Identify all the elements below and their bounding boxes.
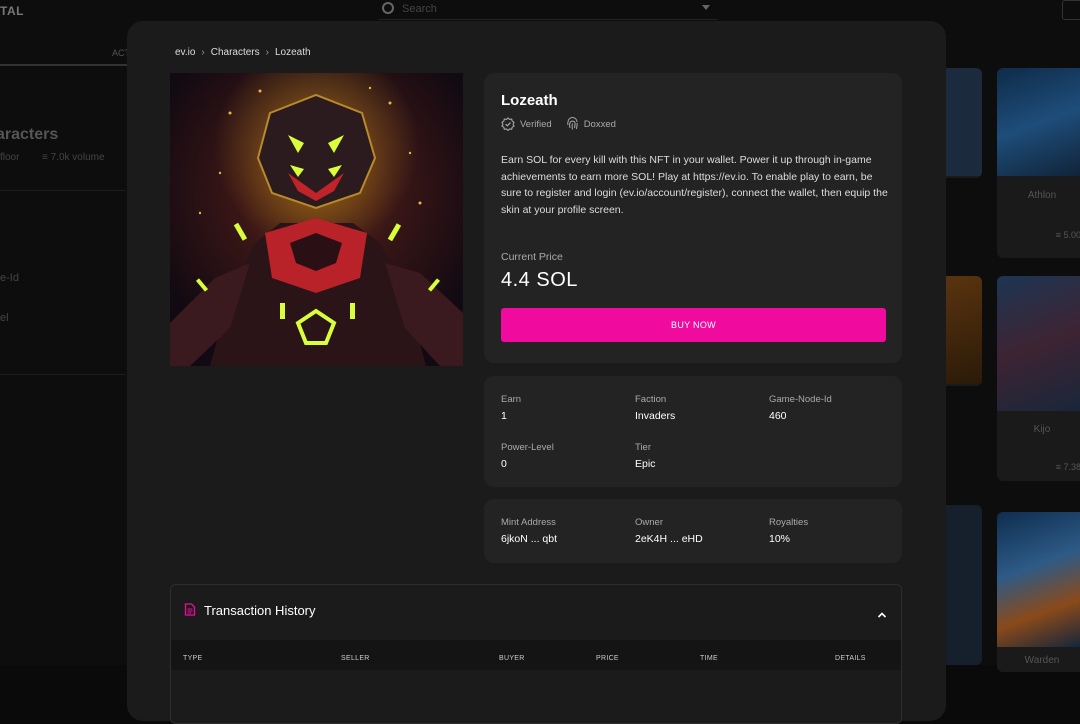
fingerprint-icon bbox=[566, 117, 579, 131]
nft-artwork bbox=[170, 73, 463, 366]
card-name: Warden bbox=[997, 655, 1080, 666]
info-key: Owner bbox=[635, 517, 703, 528]
breadcrumb-collection[interactable]: Characters bbox=[211, 47, 260, 58]
doxxed-label: Doxxed bbox=[584, 119, 616, 130]
stat-volume: ≡ 7.0k volume bbox=[42, 152, 105, 163]
verified-icon bbox=[501, 117, 515, 131]
attribute-key: Game-Node-Id bbox=[769, 394, 832, 405]
token-info-panel: Mint Address 6jkoN ... qbt Owner 2eK4H .… bbox=[484, 499, 902, 563]
attribute-key: Tier bbox=[635, 442, 655, 453]
attribute-value: Epic bbox=[635, 458, 655, 470]
attribute-key: Power-Level bbox=[501, 442, 554, 453]
stat-volume-label: 7.0k volume bbox=[51, 152, 105, 163]
filter-game-node-id[interactable]: e-Id bbox=[0, 272, 19, 284]
card-name: Athlon bbox=[997, 190, 1080, 201]
search-bar[interactable]: Search bbox=[378, 0, 718, 20]
wallet-button[interactable] bbox=[1062, 0, 1080, 20]
card-image bbox=[997, 276, 1080, 411]
nft-info-panel: Lozeath Verified Doxxed Earn bbox=[484, 73, 902, 363]
info-value: 10% bbox=[769, 533, 808, 545]
transaction-history-panel: Transaction History TYPE SELLER BUYER PR… bbox=[170, 584, 902, 724]
divider bbox=[0, 190, 125, 191]
document-icon bbox=[184, 603, 196, 621]
collection-card[interactable]: Kijo ≡ 7.38 bbox=[997, 276, 1080, 481]
attribute-faction: Faction Invaders bbox=[635, 394, 675, 422]
info-value[interactable]: 6jkoN ... qbt bbox=[501, 533, 557, 545]
breadcrumb: ev.io › Characters › Lozeath bbox=[175, 47, 311, 58]
card-name: Kijo bbox=[997, 424, 1080, 435]
card-price: ≡ 5.00 bbox=[1056, 230, 1080, 240]
collection-title: aracters bbox=[0, 126, 58, 144]
card-image bbox=[997, 68, 1080, 176]
chevron-down-icon[interactable] bbox=[702, 5, 710, 10]
transaction-table-header: TYPE SELLER BUYER PRICE TIME DETAILS bbox=[171, 640, 901, 670]
attributes-panel: Earn 1 Faction Invaders Game-Node-Id 460… bbox=[484, 376, 902, 487]
column-seller: SELLER bbox=[341, 655, 370, 662]
stat-floor: floor bbox=[0, 152, 19, 163]
column-details: DETAILS bbox=[835, 655, 866, 662]
buy-now-button[interactable]: BUY NOW bbox=[501, 308, 886, 342]
breadcrumb-home[interactable]: ev.io bbox=[175, 47, 195, 58]
breadcrumb-separator: › bbox=[201, 47, 204, 58]
breadcrumb-separator: › bbox=[266, 47, 269, 58]
info-value[interactable]: 2eK4H ... eHD bbox=[635, 533, 703, 545]
filter-power-level[interactable]: el bbox=[0, 312, 9, 324]
attribute-tier: Tier Epic bbox=[635, 442, 655, 470]
collection-card[interactable]: Warden bbox=[997, 512, 1080, 672]
price-label: Current Price bbox=[501, 251, 563, 263]
breadcrumb-current: Lozeath bbox=[275, 47, 311, 58]
column-type: TYPE bbox=[183, 655, 202, 662]
info-mint-address: Mint Address 6jkoN ... qbt bbox=[501, 517, 557, 545]
badge-list: Verified Doxxed bbox=[501, 117, 616, 131]
doxxed-badge: Doxxed bbox=[566, 117, 616, 131]
attribute-value: 0 bbox=[501, 458, 554, 470]
verified-badge: Verified bbox=[501, 117, 552, 131]
chevron-up-icon[interactable] bbox=[877, 606, 887, 624]
nft-description: Earn SOL for every kill with this NFT in… bbox=[501, 152, 891, 218]
attribute-value: 460 bbox=[769, 410, 832, 422]
info-royalties: Royalties 10% bbox=[769, 517, 808, 545]
column-buyer: BUYER bbox=[499, 655, 525, 662]
collection-tabs: ACT bbox=[0, 44, 130, 66]
nft-image bbox=[170, 73, 463, 366]
info-key: Mint Address bbox=[501, 517, 557, 528]
attribute-key: Earn bbox=[501, 394, 521, 405]
info-key: Royalties bbox=[769, 517, 808, 528]
collection-card[interactable]: Athlon ≡ 5.00 bbox=[997, 68, 1080, 258]
attribute-value: 1 bbox=[501, 410, 521, 422]
transaction-history-header[interactable]: Transaction History bbox=[171, 585, 901, 639]
attribute-earn: Earn 1 bbox=[501, 394, 521, 422]
attribute-game-node-id: Game-Node-Id 460 bbox=[769, 394, 832, 422]
search-icon bbox=[382, 2, 394, 14]
attribute-power-level: Power-Level 0 bbox=[501, 442, 554, 470]
column-price: PRICE bbox=[596, 655, 619, 662]
card-price: ≡ 7.38 bbox=[1056, 462, 1080, 472]
verified-label: Verified bbox=[520, 119, 552, 130]
search-placeholder: Search bbox=[402, 3, 437, 15]
attribute-key: Faction bbox=[635, 394, 675, 405]
site-logo[interactable]: TAL bbox=[0, 4, 24, 18]
price-value: 4.4 SOL bbox=[501, 269, 578, 292]
card-image bbox=[997, 512, 1080, 647]
column-time: TIME bbox=[700, 655, 718, 662]
divider bbox=[0, 374, 125, 375]
attribute-value: Invaders bbox=[635, 410, 675, 422]
transaction-history-title: Transaction History bbox=[204, 603, 316, 618]
nft-title: Lozeath bbox=[501, 92, 558, 109]
nft-detail-modal: ev.io › Characters › Lozeath bbox=[127, 21, 946, 721]
info-owner: Owner 2eK4H ... eHD bbox=[635, 517, 703, 545]
